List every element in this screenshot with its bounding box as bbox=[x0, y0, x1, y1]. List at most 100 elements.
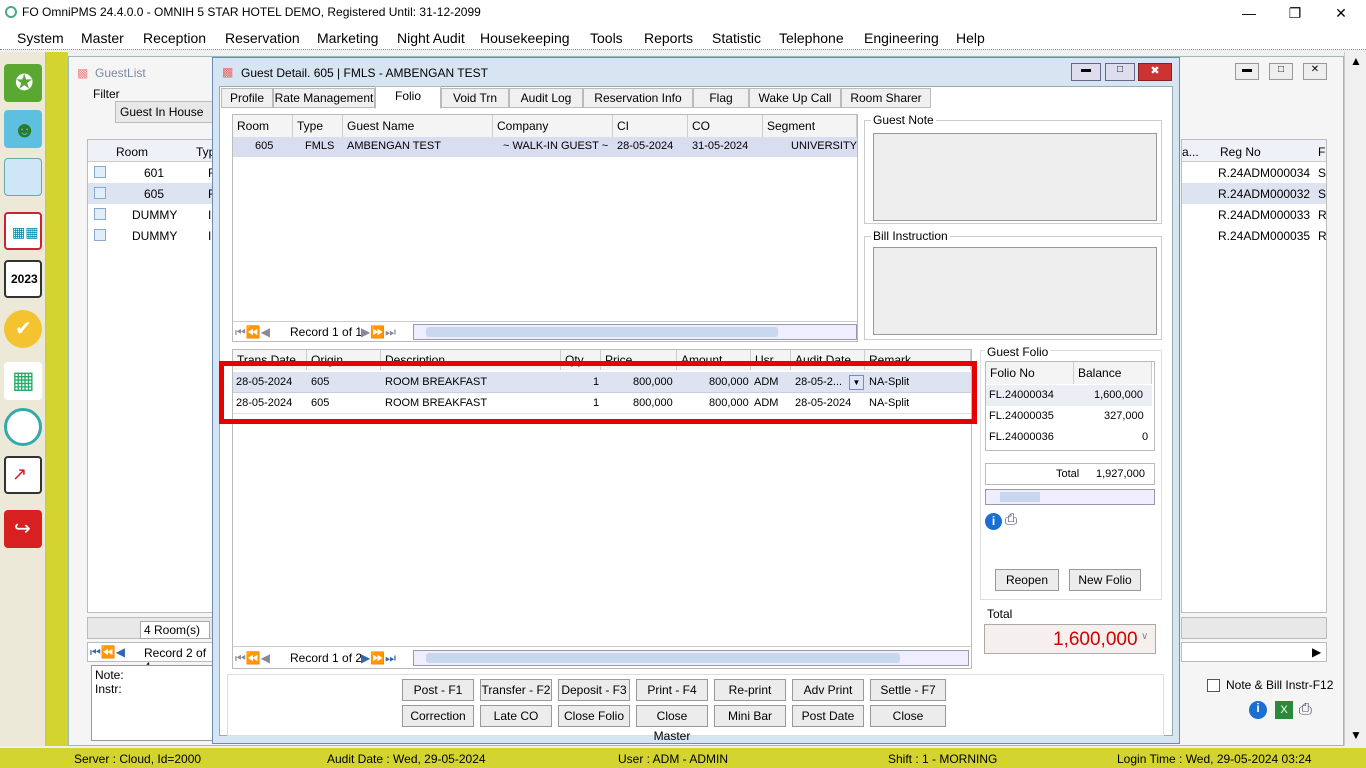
filter-guest-in-house[interactable]: Guest In House bbox=[115, 101, 215, 123]
bill-instruction-group: Bill Instruction bbox=[864, 229, 1162, 340]
tab-void-trn[interactable]: Void Trn bbox=[441, 88, 509, 108]
note-bill-checkbox[interactable] bbox=[1207, 679, 1220, 692]
close-master-button[interactable]: Close Master bbox=[636, 705, 708, 743]
reprint-button[interactable]: Re-print bbox=[714, 679, 786, 701]
table-row[interactable]: DUMMY I bbox=[88, 225, 212, 246]
folio-row[interactable]: FL.24000034 1,600,000 bbox=[986, 385, 1152, 406]
scroll-down-icon[interactable]: ▼ bbox=[1350, 728, 1362, 742]
search-analysis-icon[interactable] bbox=[4, 408, 42, 446]
minimize-button[interactable]: — bbox=[1226, 0, 1272, 26]
main-vscrollbar[interactable]: ▲ ▼ bbox=[1344, 52, 1366, 746]
dialog-close-button[interactable]: ✖ bbox=[1138, 63, 1172, 81]
menu-engineering[interactable]: Engineering bbox=[864, 30, 939, 46]
folio-row[interactable]: FL.24000035 327,000 bbox=[986, 406, 1152, 427]
h-scrollbar[interactable]: ▶ bbox=[1181, 642, 1327, 662]
tab-room-sharer[interactable]: Room Sharer bbox=[841, 88, 931, 108]
nav-next-icon[interactable]: ▶⏩⏭ bbox=[361, 325, 396, 340]
trans-hscroll[interactable] bbox=[413, 650, 969, 666]
close-folio-button[interactable]: Close Folio bbox=[558, 705, 630, 727]
nav-buttons-icon[interactable]: ⏮⏪◀ bbox=[235, 651, 270, 666]
guests-icon[interactable]: ☻ bbox=[4, 110, 42, 148]
nav-first-icon[interactable]: ⏮⏪◀ bbox=[90, 645, 125, 660]
menu-marketing[interactable]: Marketing bbox=[317, 30, 378, 46]
folio-row[interactable]: FL.24000036 0 bbox=[986, 427, 1152, 448]
table-row[interactable]: R.24ADM000034 S bbox=[1182, 162, 1326, 183]
menu-help[interactable]: Help bbox=[956, 30, 985, 46]
bill-instruction-input[interactable] bbox=[873, 247, 1157, 335]
tab-audit-log[interactable]: Audit Log bbox=[509, 88, 583, 108]
scroll-up-icon[interactable]: ▲ bbox=[1350, 54, 1362, 68]
walk-in-icon[interactable]: ✪ bbox=[4, 64, 42, 102]
tab-folio[interactable]: Folio bbox=[375, 86, 441, 109]
correction-button[interactable]: Correction bbox=[402, 705, 474, 727]
calendar-2023-icon[interactable]: 2023 bbox=[4, 260, 42, 298]
status-bar: Server : Cloud, Id=2000 Audit Date : Wed… bbox=[0, 748, 1366, 768]
calendar-icon[interactable]: ▦▦ bbox=[4, 212, 42, 250]
table-row[interactable]: DUMMY I bbox=[88, 204, 212, 225]
printer-icon[interactable]: ⎙ bbox=[1299, 701, 1312, 719]
tab-rate-management[interactable]: Rate Management bbox=[273, 88, 375, 108]
menu-night-audit[interactable]: Night Audit bbox=[397, 30, 465, 46]
scroll-thumb[interactable] bbox=[1000, 492, 1040, 502]
close-button[interactable]: ✕ bbox=[1318, 0, 1364, 26]
scroll-thumb[interactable] bbox=[426, 653, 900, 663]
grid-header: Room Typ bbox=[88, 140, 215, 162]
excel-icon[interactable]: X bbox=[1275, 701, 1293, 719]
deposit-button[interactable]: Deposit - F3 bbox=[558, 679, 630, 701]
housekeeping-icon[interactable]: ▦ bbox=[4, 362, 42, 400]
tab-flag[interactable]: Flag bbox=[693, 88, 749, 108]
folio-hscroll[interactable] bbox=[985, 489, 1155, 505]
reopen-button[interactable]: Reopen bbox=[995, 569, 1059, 591]
dialog-minimize-button[interactable]: ▬ bbox=[1071, 63, 1101, 81]
menu-housekeeping[interactable]: Housekeeping bbox=[480, 30, 570, 46]
mini-bar-button[interactable]: Mini Bar bbox=[714, 705, 786, 727]
dialog-maximize-button[interactable]: □ bbox=[1105, 63, 1135, 81]
table-row[interactable]: R.24ADM000032 S bbox=[1182, 183, 1326, 204]
tab-wake-up-call[interactable]: Wake Up Call bbox=[749, 88, 841, 108]
new-folio-button[interactable]: New Folio bbox=[1069, 569, 1141, 591]
tab-profile[interactable]: Profile bbox=[221, 88, 273, 108]
transfer-button[interactable]: Transfer - F2 bbox=[480, 679, 552, 701]
scroll-right-icon[interactable]: ▶ bbox=[1312, 645, 1321, 659]
menu-statistic[interactable]: Statistic bbox=[712, 30, 761, 46]
late-co-button[interactable]: Late CO bbox=[480, 705, 552, 727]
floor-plan-icon[interactable] bbox=[4, 158, 42, 196]
table-row[interactable]: 605F bbox=[88, 183, 215, 204]
guest-note-input[interactable] bbox=[873, 133, 1157, 221]
logout-icon[interactable]: ↪ bbox=[4, 510, 42, 548]
guest-hscroll[interactable] bbox=[413, 324, 857, 340]
tab-reservation-info[interactable]: Reservation Info bbox=[583, 88, 693, 108]
folio-print-icon[interactable]: ⎙ bbox=[1005, 511, 1017, 528]
scroll-thumb[interactable] bbox=[426, 327, 778, 337]
settle-button[interactable]: Settle - F7 bbox=[870, 679, 946, 701]
gl-maximize-button[interactable]: □ bbox=[1269, 63, 1293, 80]
menu-system[interactable]: System bbox=[17, 30, 64, 46]
folio-info-icon[interactable]: i bbox=[985, 513, 1002, 530]
post-button[interactable]: Post - F1 bbox=[402, 679, 474, 701]
gl-close-button[interactable]: ✕ bbox=[1303, 63, 1327, 80]
restore-button[interactable]: ❐ bbox=[1272, 0, 1318, 26]
adv-print-button[interactable]: Adv Print bbox=[792, 679, 864, 701]
menu-reservation[interactable]: Reservation bbox=[225, 30, 300, 46]
table-row[interactable]: R.24ADM000033 R bbox=[1182, 204, 1327, 225]
total-field[interactable]: 1,600,000 ∨ bbox=[984, 624, 1156, 654]
nav-next-icon[interactable]: ▶⏩⏭ bbox=[361, 651, 396, 666]
post-date-button[interactable]: Post Date bbox=[792, 705, 864, 727]
gl-minimize-button[interactable]: ▬ bbox=[1235, 63, 1259, 80]
guest-row[interactable]: 605 FMLS AMBENGAN TEST ~ WALK-IN GUEST ~… bbox=[233, 137, 857, 157]
menu-master[interactable]: Master bbox=[81, 30, 124, 46]
table-row[interactable]: R.24ADM000035 R bbox=[1182, 225, 1327, 246]
badge-check-icon[interactable]: ✔ bbox=[4, 310, 42, 348]
menu-reception[interactable]: Reception bbox=[143, 30, 206, 46]
menu-reports[interactable]: Reports bbox=[644, 30, 693, 46]
total-dropdown-icon[interactable]: ∨ bbox=[1141, 631, 1148, 642]
print-button[interactable]: Print - F4 bbox=[636, 679, 708, 701]
note-box[interactable]: Note: Instr: bbox=[91, 665, 213, 741]
table-row[interactable]: 601F bbox=[88, 162, 215, 183]
nav-buttons-icon[interactable]: ⏮⏪◀ bbox=[235, 325, 270, 340]
info-icon[interactable]: i bbox=[1249, 701, 1267, 719]
statistics-chart-icon[interactable]: ↗ bbox=[4, 456, 42, 494]
close-dialog-button[interactable]: Close bbox=[870, 705, 946, 727]
menu-telephone[interactable]: Telephone bbox=[779, 30, 844, 46]
menu-tools[interactable]: Tools bbox=[590, 30, 623, 46]
